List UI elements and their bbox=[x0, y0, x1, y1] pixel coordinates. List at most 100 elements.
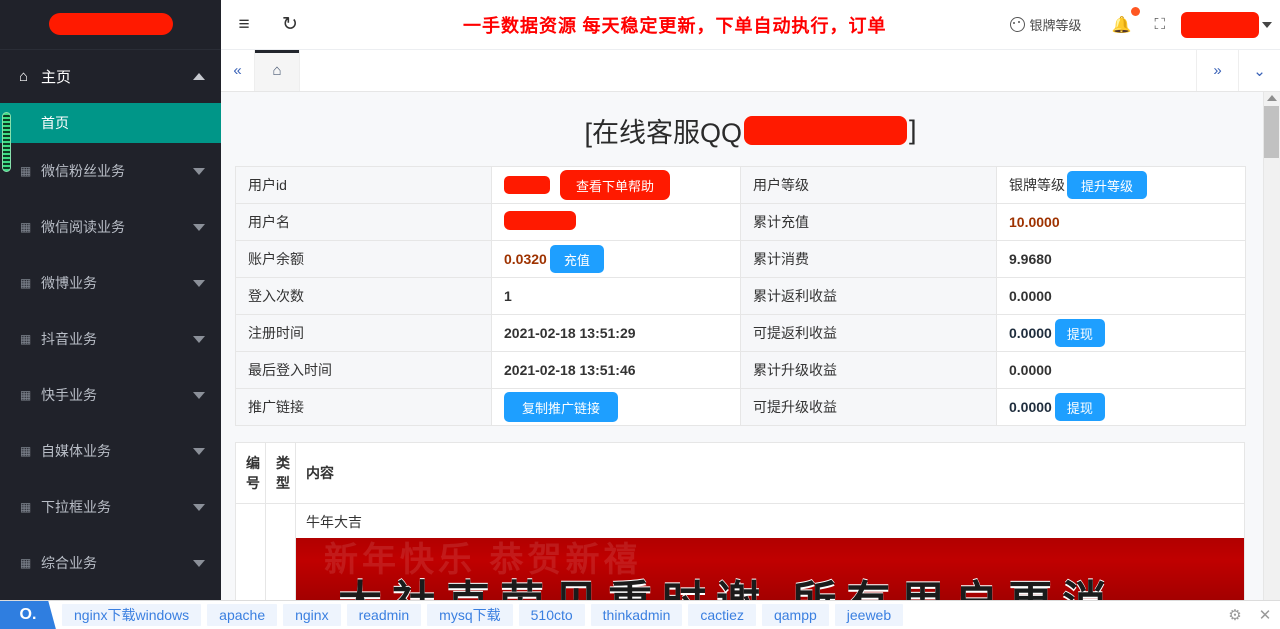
view-order-help-button[interactable]: 查看下单帮助 bbox=[560, 170, 670, 200]
taskbar-item-jeeweb[interactable]: jeeweb bbox=[835, 604, 903, 626]
tabs-scroll-right-button[interactable]: » bbox=[1196, 50, 1238, 91]
recharge-button[interactable]: 充值 bbox=[550, 245, 604, 273]
tabs-scroll-left-button[interactable]: « bbox=[221, 50, 255, 91]
grid-icon: ▦ bbox=[20, 500, 41, 514]
row-label: 推广链接 bbox=[236, 389, 492, 426]
tab-bar-spacer bbox=[300, 50, 1196, 91]
copy-promo-link-button[interactable]: 复制推广链接 bbox=[504, 392, 618, 422]
sidebar-item-index-label: 首页 bbox=[41, 113, 69, 133]
hamburger-icon[interactable]: ≡ bbox=[221, 0, 267, 50]
row-label: 可提升级收益 bbox=[741, 389, 997, 426]
sidebar-item-kuaishou[interactable]: ▦ 快手业务 bbox=[0, 367, 221, 423]
taskbar-item-cactiez[interactable]: cactiez bbox=[688, 604, 756, 626]
tab-home[interactable]: ⌂ bbox=[255, 50, 300, 91]
page-title: [在线客服QQ ] bbox=[221, 92, 1280, 166]
row-label: 累计升级收益 bbox=[741, 352, 997, 389]
notification-dot bbox=[1131, 7, 1140, 16]
sidebar-item-label: 自媒体业务 bbox=[41, 441, 193, 461]
table-row: 登入次数 1 累计返利收益 0.0000 bbox=[236, 278, 1246, 315]
tabs-dropdown-button[interactable]: ⌄ bbox=[1238, 50, 1280, 91]
sidebar-item-label: 下拉框业务 bbox=[41, 497, 193, 517]
sidebar-item-douyin[interactable]: ▦ 抖音业务 bbox=[0, 311, 221, 367]
chevron-down-icon bbox=[193, 392, 205, 399]
table-row: 牛年大吉 新年快乐 恭贺新禧 大社克劳贝重时谢 所有用户更消 bbox=[236, 504, 1245, 601]
chevron-down-icon bbox=[193, 504, 205, 511]
sidebar-item-label: 微信阅读业务 bbox=[41, 217, 193, 237]
sidebar-item-weibo[interactable]: ▦ 微博业务 bbox=[0, 255, 221, 311]
row-value: 0.0000 提现 bbox=[997, 389, 1246, 426]
row-label: 登入次数 bbox=[236, 278, 492, 315]
user-level-value: 银牌等级 bbox=[1009, 175, 1065, 195]
palette-icon bbox=[1010, 17, 1025, 32]
username-redaction bbox=[1181, 12, 1259, 38]
grid-icon: ▦ bbox=[20, 444, 41, 458]
login-count-value: 1 bbox=[492, 278, 741, 315]
sidebar-item-self-media[interactable]: ▦ 自媒体业务 bbox=[0, 423, 221, 479]
user-menu[interactable] bbox=[1181, 12, 1280, 38]
refresh-icon[interactable]: ↻ bbox=[267, 0, 313, 50]
row-label: 注册时间 bbox=[236, 315, 492, 352]
taskbar-item-apache[interactable]: apache bbox=[207, 604, 277, 626]
row-label: 累计返利收益 bbox=[741, 278, 997, 315]
notice-text: 牛年大吉 bbox=[296, 504, 1244, 538]
taskbar-item-nginx[interactable]: nginx bbox=[283, 604, 340, 626]
page-title-suffix: ] bbox=[909, 115, 917, 146]
last-login-time-value: 2021-02-18 13:51:46 bbox=[492, 352, 741, 389]
sidebar-item-label: 综合业务 bbox=[41, 553, 193, 573]
taskbar-item-thinkadmin[interactable]: thinkadmin bbox=[591, 604, 683, 626]
notice-table: 编号 类型 内容 牛年大吉 新年快乐 恭贺新禧 大社克劳贝重时谢 所有用 bbox=[235, 442, 1245, 600]
sidebar-scrollbar[interactable] bbox=[2, 112, 11, 172]
row-value: 查看下单帮助 bbox=[492, 167, 741, 204]
scrollbar-thumb[interactable] bbox=[1264, 106, 1279, 158]
row-value: 复制推广链接 bbox=[492, 389, 741, 426]
table-header-row: 编号 类型 内容 bbox=[236, 443, 1245, 504]
browser-logo-button[interactable]: O. bbox=[0, 601, 56, 629]
theme-level-label: 银牌等级 bbox=[1030, 15, 1082, 34]
taskbar-item-readmin[interactable]: readmin bbox=[347, 604, 422, 626]
total-upgrade-income-value: 0.0000 bbox=[997, 352, 1246, 389]
taskbar-item-mysq[interactable]: mysq下载 bbox=[427, 604, 512, 626]
banner-main-text: 大社克劳贝重时谢 所有用户更消 bbox=[338, 566, 1116, 600]
withdraw-upgrade-button[interactable]: 提现 bbox=[1055, 393, 1105, 421]
tab-bar: « ⌂ » ⌄ bbox=[221, 50, 1280, 92]
taskbar-item-nginx-windows[interactable]: nginx下载windows bbox=[62, 604, 201, 626]
username-redaction bbox=[504, 211, 576, 230]
top-header: ≡ ↻ 一手数据资源 每天稳定更新，下单自动执行，订单 银牌等级 🔔 ⛶ bbox=[221, 0, 1280, 50]
sidebar-item-comprehensive[interactable]: ▦ 综合业务 bbox=[0, 535, 221, 591]
sidebar-item-label: 抖音业务 bbox=[41, 329, 193, 349]
sidebar-item-wechat-fans[interactable]: ▦ 微信粉丝业务 bbox=[0, 143, 221, 199]
row-label: 最后登入时间 bbox=[236, 352, 492, 389]
row-value: 银牌等级 提升等级 bbox=[997, 167, 1246, 204]
grid-icon: ▦ bbox=[20, 332, 41, 346]
upgrade-level-button[interactable]: 提升等级 bbox=[1067, 171, 1147, 199]
row-label: 账户余额 bbox=[236, 241, 492, 278]
notifications-button[interactable]: 🔔 bbox=[1096, 15, 1141, 35]
withdraw-rebate-button[interactable]: 提现 bbox=[1055, 319, 1105, 347]
sidebar-item-label: 微信粉丝业务 bbox=[41, 161, 193, 181]
fullscreen-icon[interactable]: ⛶ bbox=[1140, 16, 1181, 33]
header-marquee: 一手数据资源 每天稳定更新，下单自动执行，订单 bbox=[313, 12, 996, 38]
row-label: 用户id bbox=[236, 167, 492, 204]
theme-level-button[interactable]: 银牌等级 bbox=[996, 15, 1096, 34]
row-label: 可提返利收益 bbox=[741, 315, 997, 352]
sidebar: ⌂ 主页 首页 ▦ 微信粉丝业务 ▦ 微信阅读业务 ▦ 微博业务 ▦ 抖音业务 bbox=[0, 0, 221, 600]
grid-icon: ▦ bbox=[20, 276, 41, 290]
taskbar-item-qampp[interactable]: qampp bbox=[762, 604, 829, 626]
main-content: [在线客服QQ ] 用户id 查看下单帮助 用户等级 bbox=[221, 92, 1280, 600]
qq-number-redaction bbox=[744, 116, 907, 145]
taskbar-item-510cto[interactable]: 510cto bbox=[519, 604, 585, 626]
home-icon: ⌂ bbox=[19, 68, 41, 85]
sidebar-item-index[interactable]: 首页 bbox=[0, 103, 221, 143]
sidebar-item-wechat-read[interactable]: ▦ 微信阅读业务 bbox=[0, 199, 221, 255]
scroll-up-icon[interactable] bbox=[1267, 95, 1277, 101]
sidebar-group-home[interactable]: ⌂ 主页 bbox=[0, 50, 221, 103]
row-label: 累计充值 bbox=[741, 204, 997, 241]
gear-icon[interactable]: ⚙ bbox=[1220, 606, 1250, 624]
total-spend-value: 9.9680 bbox=[997, 241, 1246, 278]
sidebar-item-dropdown[interactable]: ▦ 下拉框业务 bbox=[0, 479, 221, 535]
content-scrollbar[interactable] bbox=[1263, 92, 1280, 600]
withdrawable-upgrade-value: 0.0000 bbox=[1009, 399, 1052, 415]
close-icon[interactable]: ✕ bbox=[1250, 606, 1280, 624]
sidebar-logo[interactable] bbox=[0, 0, 221, 50]
register-time-value: 2021-02-18 13:51:29 bbox=[492, 315, 741, 352]
